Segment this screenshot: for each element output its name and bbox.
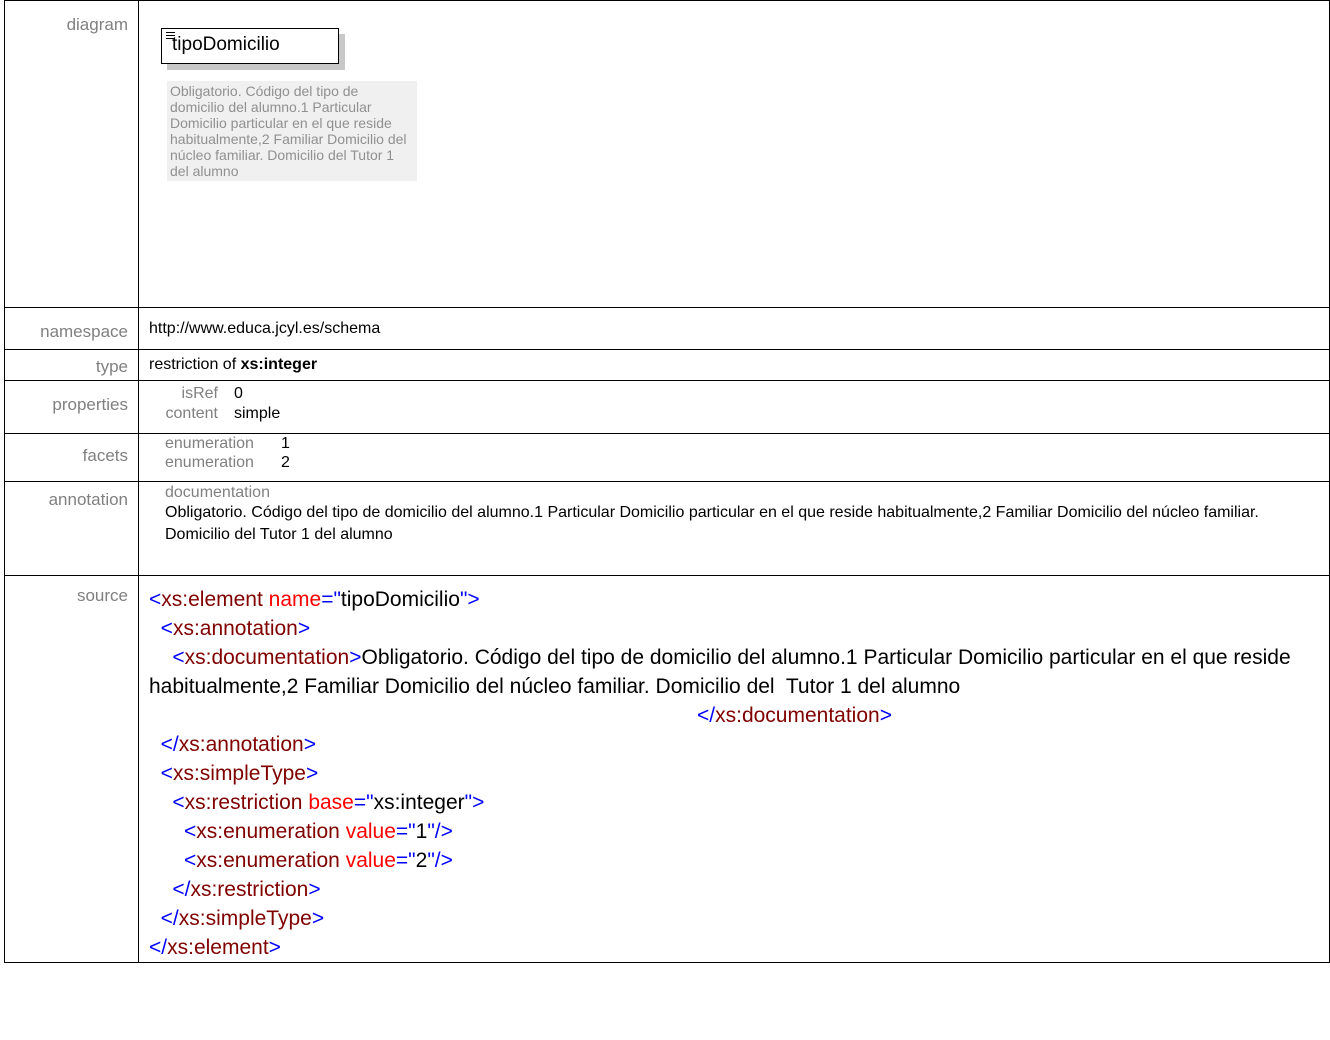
src-attr-value: 2: [415, 849, 428, 872]
facets-cell: enumeration 1 enumeration 2: [138, 433, 1330, 482]
diagram-label: diagram: [4, 0, 139, 308]
src-tag: xs:enumeration: [196, 820, 340, 843]
namespace-row: namespace http://www.educa.jcyl.es/schem…: [4, 307, 1330, 350]
properties-list: isRef 0 content simple: [149, 381, 1321, 424]
annotation-text: Obligatorio. Código del tipo de domicili…: [165, 504, 1259, 543]
src-attr: name: [268, 588, 322, 611]
src-attr: value: [345, 820, 396, 843]
diagram-cell: tipoDomicilio Obligatorio. Código del ti…: [138, 0, 1330, 308]
annotation-row: annotation documentation Obligatorio. Có…: [4, 481, 1330, 576]
namespace-value: http://www.educa.jcyl.es/schema: [138, 307, 1330, 350]
property-key: content: [165, 405, 218, 422]
src-attr-value: tipoDomicilio: [340, 588, 460, 611]
type-row: type restriction of xs:integer: [4, 349, 1330, 381]
schema-doc-table-wrapper: diagram tipoDomicilio Obligatorio. Códig…: [4, 0, 1330, 1040]
property-value: 0: [234, 385, 243, 402]
properties-cell: isRef 0 content simple: [138, 380, 1330, 434]
type-base: xs:integer: [240, 356, 318, 373]
diagram-documentation: Obligatorio. Código del tipo de domicili…: [167, 81, 417, 181]
src-attr: value: [345, 849, 396, 872]
facets-label: facets: [4, 433, 139, 482]
src-tag: xs:annotation: [178, 733, 304, 756]
src-attr: base: [308, 791, 354, 814]
src-tag: xs:enumeration: [196, 849, 340, 872]
annotation-title: documentation: [165, 484, 270, 501]
property-value: simple: [234, 405, 281, 422]
facet-item: enumeration 1: [149, 434, 1321, 453]
schema-element-table: diagram tipoDomicilio Obligatorio. Códig…: [4, 0, 1330, 963]
annotation-label: annotation: [4, 481, 139, 576]
facet-key: enumeration: [165, 435, 254, 452]
type-prefix: restriction of: [149, 356, 241, 373]
src-tag: xs:element: [161, 588, 263, 611]
facet-value: 1: [281, 435, 290, 452]
namespace-label: namespace: [4, 307, 139, 350]
property-key: isRef: [181, 385, 218, 402]
source-row: source <xs:element name="tipoDomicilio">…: [4, 575, 1330, 963]
type-label: type: [4, 349, 139, 381]
properties-label: properties: [4, 380, 139, 434]
src-tag: xs:restriction: [190, 878, 309, 901]
src-tag: xs:restriction: [184, 791, 303, 814]
source-label: source: [4, 575, 139, 963]
element-box[interactable]: tipoDomicilio: [161, 28, 339, 64]
source-cell: <xs:element name="tipoDomicilio"> <xs:an…: [138, 575, 1330, 963]
element-name: tipoDomicilio: [172, 34, 280, 55]
src-tag: xs:simpleType: [178, 907, 312, 930]
src-attr-value: xs:integer: [373, 791, 465, 814]
type-value: restriction of xs:integer: [138, 349, 1330, 381]
src-tag: xs:documentation: [184, 646, 350, 669]
facet-value: 2: [281, 454, 290, 471]
facet-item: enumeration 2: [149, 453, 1321, 472]
src-tag: xs:element: [167, 936, 269, 959]
src-tag: xs:documentation: [715, 704, 880, 727]
property-item: content simple: [149, 404, 1321, 424]
source-code[interactable]: <xs:element name="tipoDomicilio"> <xs:an…: [149, 576, 1321, 962]
diagram-row: diagram tipoDomicilio Obligatorio. Códig…: [4, 0, 1330, 308]
src-tag: xs:annotation: [172, 617, 298, 640]
src-attr-value: 1: [415, 820, 428, 843]
properties-row: properties isRef 0 content simple: [4, 380, 1330, 434]
src-tag: xs:simpleType: [172, 762, 306, 785]
annotation-cell: documentation Obligatorio. Código del ti…: [138, 481, 1330, 576]
property-item: isRef 0: [149, 384, 1321, 404]
facet-key: enumeration: [165, 454, 254, 471]
facets-row: facets enumeration 1 enumeration 2: [4, 433, 1330, 482]
